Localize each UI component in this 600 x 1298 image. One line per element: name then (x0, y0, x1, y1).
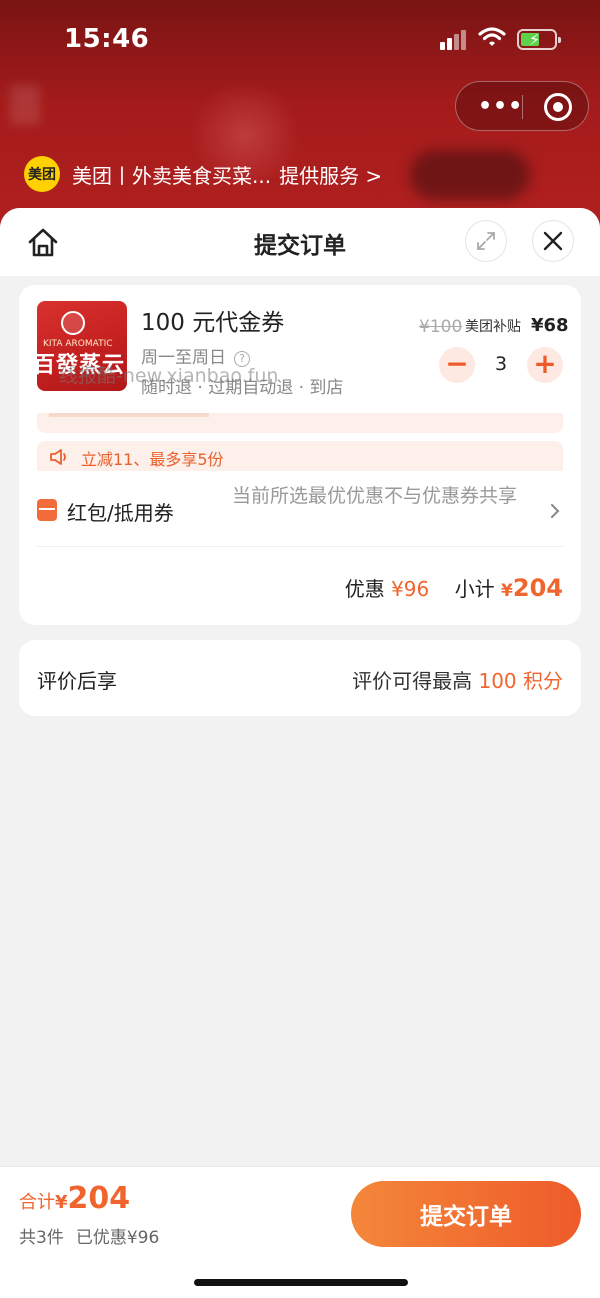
red-packet-icon (37, 499, 57, 521)
page-title: 提交订单 (254, 233, 346, 259)
decrease-quantity-button[interactable]: − (439, 347, 475, 383)
expand-button[interactable] (465, 220, 507, 262)
product-title: 100 元代金券 (141, 310, 285, 336)
points-label: 评价后享 (37, 669, 117, 693)
sheet-header: 提交订单 (0, 208, 600, 276)
coupon-note: 当前所选最优优惠不与优惠券共享 (232, 485, 518, 507)
cellular-signal-icon (440, 30, 468, 50)
submit-order-button[interactable]: 提交订单 (351, 1181, 581, 1247)
close-icon (543, 231, 563, 251)
wifi-icon (478, 26, 506, 52)
close-mini-program-icon[interactable] (544, 93, 572, 121)
service-provider-row[interactable]: 美团 美团丨外卖美食买菜... 提供服务 > (24, 156, 382, 192)
quantity-value: 3 (494, 353, 508, 375)
quantity-stepper: − 3 + (439, 347, 565, 383)
points-card: 评价后享 评价可得最高 100 积分 (19, 640, 581, 716)
points-prefix: 评价可得最高 (352, 669, 473, 693)
subtotal-label: 小计 (454, 577, 495, 601)
brand-emblem (61, 311, 85, 335)
close-button[interactable] (532, 220, 574, 262)
capsule-divider (522, 95, 523, 119)
meituan-logo: 美团 (24, 156, 60, 192)
increase-quantity-button[interactable]: + (527, 347, 563, 383)
total-currency: ¥ (55, 1192, 68, 1213)
more-options-icon[interactable]: ••• (478, 94, 523, 119)
promo-strip: 立减11、最多享5份 (37, 441, 563, 471)
total-value: 204 (67, 1181, 131, 1216)
watermark-text: 线报酷-new.xianbao.fun (59, 365, 279, 387)
chevron-right-icon (549, 501, 561, 525)
coupon-label: 红包/抵用券 (67, 501, 174, 525)
promo-strip-truncated (37, 413, 563, 433)
blurred-shape (410, 150, 530, 200)
points-info: 评价可得最高 100 积分 (352, 665, 563, 694)
status-bar: 15:46 ⚡ (0, 0, 600, 80)
expand-icon (477, 232, 495, 250)
points-value: 100 积分 (478, 669, 563, 693)
discount-label: 优惠 (344, 577, 385, 601)
status-time: 15:46 (64, 24, 150, 54)
original-price: ¥100 (419, 317, 463, 337)
provide-service-link[interactable]: 提供服务 > (279, 164, 382, 188)
subtotal-row: 优惠 ¥96 小计 ¥204 (345, 573, 563, 602)
count-line: 共3件 已优惠¥96 (19, 1223, 159, 1248)
final-price: ¥68 (531, 315, 569, 336)
promo-text: 立减11、最多享5份 (81, 450, 224, 469)
subtotal-currency: ¥ (501, 581, 513, 601)
item-count: 共3件 (19, 1228, 64, 1248)
total-label: 合计 (19, 1192, 55, 1213)
total-discount: 已优惠¥96 (75, 1228, 160, 1248)
order-sheet: 提交订单 KITA AROMATIC 百發蒸云 100 元代金券 周一至周日? … (0, 208, 600, 1298)
total-line: 合计¥204 (19, 1181, 130, 1216)
coupon-row[interactable]: 红包/抵用券 当前所选最优优惠不与优惠券共享 (37, 481, 563, 547)
speaker-icon (49, 448, 71, 470)
blurred-shape (10, 85, 40, 125)
product-card: KITA AROMATIC 百發蒸云 100 元代金券 周一至周日? 随时退 ·… (19, 285, 581, 625)
home-indicator (194, 1279, 408, 1286)
mini-program-capsule: ••• (455, 81, 589, 131)
discount-value: ¥96 (391, 577, 430, 601)
bottom-checkout-bar: 合计¥204 共3件 已优惠¥96 提交订单 (0, 1166, 600, 1298)
battery-icon: ⚡ (517, 29, 561, 50)
subsidy-label: 美团补贴 (465, 319, 521, 335)
subtotal-value: 204 (512, 574, 563, 602)
service-name: 美团丨外卖美食买菜... (72, 163, 272, 188)
